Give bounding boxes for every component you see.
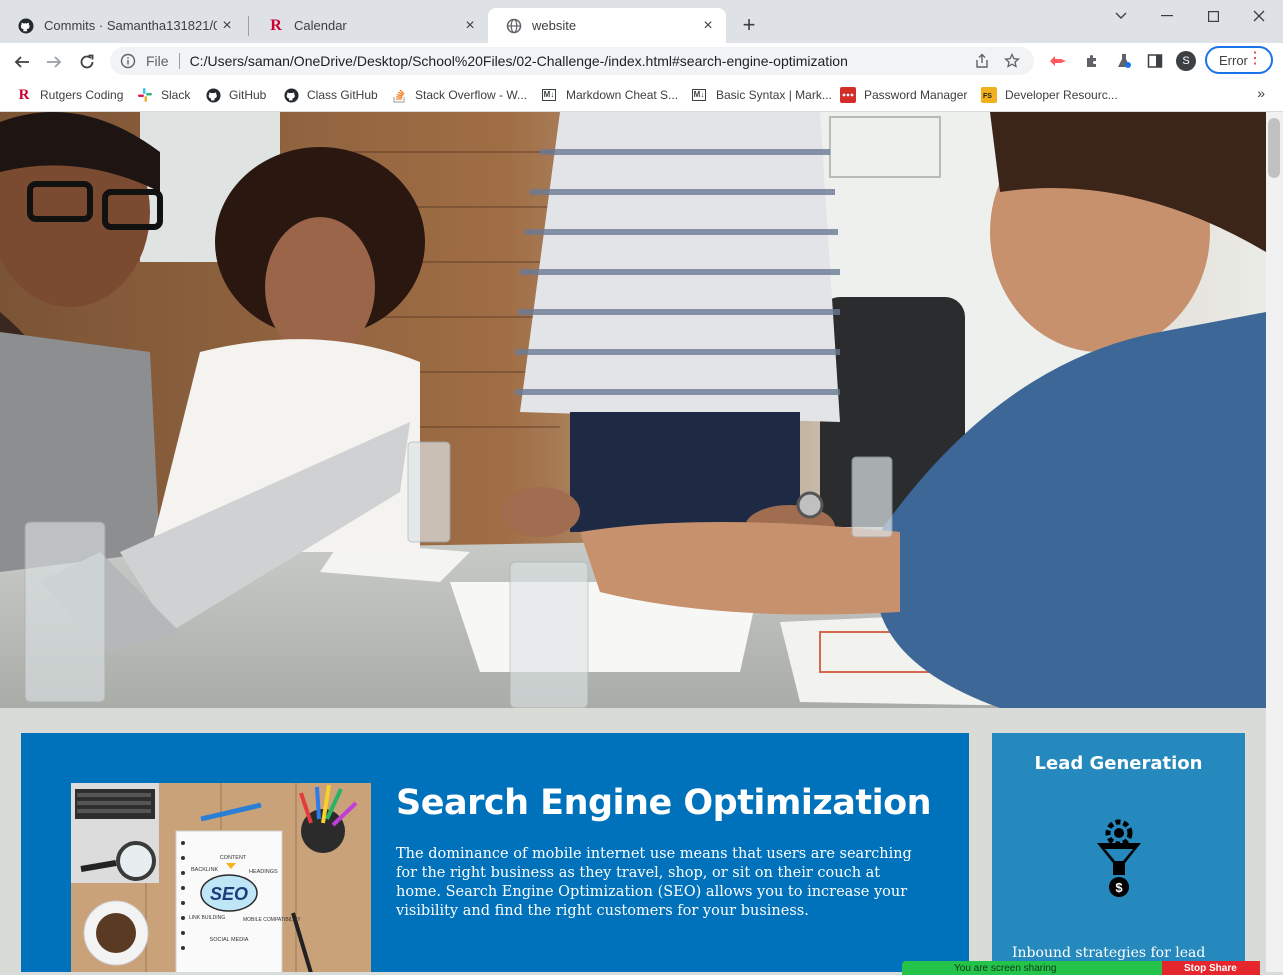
close-icon[interactable]: × — [460, 16, 480, 36]
reload-icon — [80, 54, 94, 69]
maximize-icon[interactable] — [1190, 4, 1236, 28]
github-icon — [205, 87, 221, 103]
seo-image-word: LINK BUILDING — [189, 915, 225, 921]
slack-icon — [137, 87, 153, 103]
seo-image-word: SEO — [210, 884, 248, 904]
rutgers-icon: R — [270, 16, 282, 34]
seo-illustration: SEO CONTENT BACKLINK HEADINGS LINK BUILD… — [71, 783, 371, 972]
bookmark-label: Developer Resourc... — [1005, 88, 1118, 102]
minimize-icon[interactable] — [1144, 4, 1190, 28]
bookmark-rutgers-coding[interactable]: R Rutgers Coding — [16, 85, 124, 105]
tab-search-icon[interactable] — [1098, 4, 1144, 28]
markdown-icon: M↓ — [541, 89, 557, 101]
error-label: Error — [1219, 52, 1248, 68]
stackoverflow-icon — [391, 87, 407, 103]
flask-icon[interactable] — [1114, 51, 1134, 71]
extension-icon[interactable] — [1048, 51, 1068, 71]
github-icon — [18, 18, 34, 34]
omnibox-divider — [178, 53, 180, 69]
svg-text:FS: FS — [983, 93, 992, 100]
page-content: SEO CONTENT BACKLINK HEADINGS LINK BUILD… — [0, 112, 1266, 972]
close-icon[interactable]: × — [217, 16, 237, 36]
tab-title: Calendar — [294, 18, 347, 33]
browser-toolbar: File C:/Users/saman/OneDrive/Desktop/Sch… — [0, 43, 1283, 79]
seo-image-word: HEADINGS — [249, 869, 278, 875]
new-tab-button[interactable]: + — [737, 14, 761, 38]
back-button[interactable] — [8, 48, 36, 76]
seo-image-word: BACKLINK — [191, 867, 219, 873]
bookmark-label: Password Manager — [864, 88, 968, 102]
bookmark-label: GitHub — [229, 88, 267, 102]
tab-website[interactable]: website × — [488, 8, 726, 43]
lead-funnel-icon: $ — [1097, 819, 1141, 897]
back-arrow-icon — [14, 56, 29, 68]
lead-generation-card: Lead Generation $ Inbound strategies for… — [992, 733, 1245, 972]
github-icon — [283, 87, 299, 103]
hero-image — [0, 112, 1266, 708]
bookmark-class-github[interactable]: Class GitHub — [283, 85, 378, 105]
bookmarks-bar: R Rutgers Coding Slack GitHub Class GitH… — [0, 79, 1283, 112]
close-window-icon[interactable] — [1236, 4, 1282, 28]
puzzle-icon[interactable] — [1082, 51, 1102, 71]
bookmark-basic-syntax[interactable]: M↓ Basic Syntax | Mark... — [690, 85, 832, 105]
seo-image-word: CONTENT — [220, 855, 247, 861]
bookmark-label: Rutgers Coding — [40, 88, 124, 102]
forward-button[interactable] — [40, 48, 68, 76]
profile-avatar[interactable]: S — [1176, 51, 1196, 71]
tab-commits[interactable]: Commits · Samantha131821/02-C × — [0, 8, 245, 43]
bookmark-github[interactable]: GitHub — [205, 85, 266, 105]
markdown-icon: M↓ — [691, 89, 707, 101]
forward-arrow-icon — [47, 56, 62, 68]
bookmark-label: Markdown Cheat S... — [566, 88, 679, 102]
seo-section: SEO CONTENT BACKLINK HEADINGS LINK BUILD… — [21, 733, 969, 972]
bookmark-password-manager[interactable]: Password Manager — [840, 85, 967, 105]
seo-image: SEO CONTENT BACKLINK HEADINGS LINK BUILD… — [71, 783, 371, 972]
bookmark-label: Class GitHub — [307, 88, 378, 102]
bookmark-label: Stack Overflow - W... — [415, 88, 528, 102]
seo-heading: Search Engine Optimization — [396, 783, 932, 823]
url-text[interactable]: C:/Users/saman/OneDrive/Desktop/School%2… — [190, 53, 974, 69]
tab-title: website — [532, 18, 577, 33]
tab-separator — [248, 16, 249, 36]
address-bar[interactable]: File C:/Users/saman/OneDrive/Desktop/Sch… — [110, 47, 1034, 75]
svg-text:$: $ — [1115, 880, 1123, 895]
bookmark-star-icon[interactable] — [1004, 53, 1020, 69]
bookmarks-overflow-button[interactable]: » — [1257, 85, 1265, 101]
bookmark-slack[interactable]: Slack — [137, 85, 190, 105]
team-meeting-photo — [0, 112, 1266, 708]
bookmark-developer-resources[interactable]: FS Developer Resourc... — [981, 85, 1118, 105]
bookmark-label: Slack — [161, 88, 191, 102]
scrollbar-thumb[interactable] — [1268, 118, 1280, 178]
more-menu-icon[interactable]: ⋮ — [1247, 51, 1263, 67]
stop-share-button[interactable]: Stop Share — [1162, 961, 1260, 975]
lead-generation-description: Inbound strategies for lead — [1012, 945, 1206, 961]
seo-description: The dominance of mobile internet use mea… — [396, 846, 912, 919]
reload-button[interactable] — [73, 48, 101, 76]
page-scrollbar[interactable] — [1266, 112, 1283, 972]
tab-strip: Commits · Samantha131821/02-C × R Calend… — [0, 0, 1283, 43]
bookmark-label: Basic Syntax | Mark... — [716, 88, 832, 102]
globe-icon — [506, 18, 522, 34]
lead-generation-heading: Lead Generation — [1034, 753, 1203, 774]
bookmark-stack-overflow[interactable]: Stack Overflow - W... — [391, 85, 527, 105]
seo-image-word: SOCIAL MEDIA — [210, 937, 249, 943]
share-icon[interactable] — [974, 53, 990, 69]
error-button[interactable]: Error ⋮ — [1205, 46, 1273, 74]
close-icon[interactable]: × — [698, 16, 718, 36]
tab-title: Commits · Samantha131821/02-C — [44, 18, 217, 33]
screen-share-bar: You are screen sharing Stop Share — [902, 961, 1260, 975]
rutgers-icon: R — [18, 86, 30, 103]
scheme-label: File — [146, 53, 169, 69]
info-icon[interactable] — [120, 53, 136, 69]
tab-calendar[interactable]: R Calendar × — [250, 8, 488, 43]
bookmark-markdown-cheat-sheet[interactable]: M↓ Markdown Cheat S... — [540, 85, 678, 105]
side-panel-icon[interactable] — [1145, 51, 1165, 71]
screen-share-status: You are screen sharing — [902, 961, 1162, 975]
folder-icon: FS — [981, 87, 997, 103]
lastpass-icon — [840, 87, 856, 103]
